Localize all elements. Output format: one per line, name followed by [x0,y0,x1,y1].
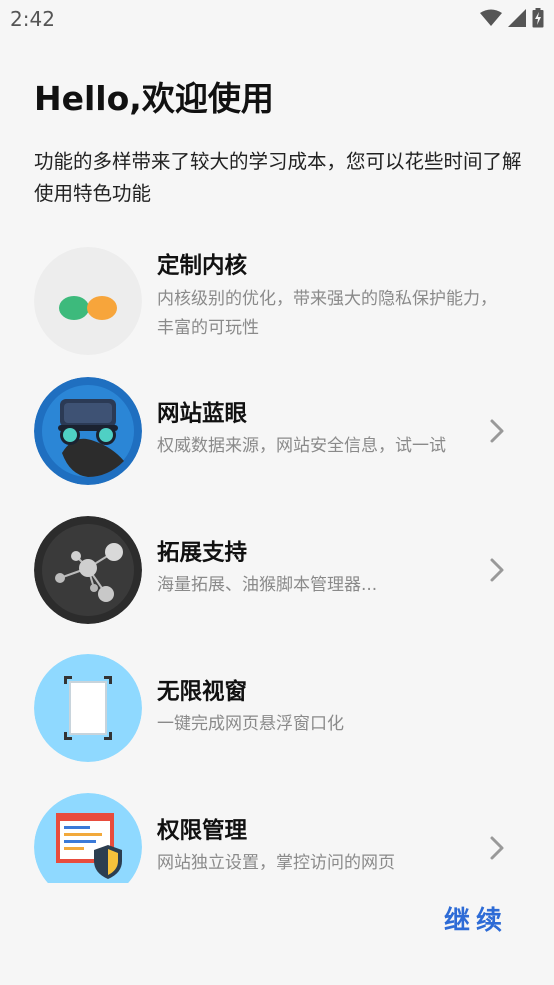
feature-desc: 网站独立设置，掌控访问的网页 [157,853,395,873]
feature-item-floating-window: 无限视窗 一键完成网页悬浮窗口化 [0,649,554,779]
feature-title: 网站蓝眼 [157,401,248,427]
permission-shield-icon [34,793,142,883]
continue-button[interactable]: 继续 [444,900,508,937]
chevron-right-icon[interactable] [486,555,508,585]
status-bar: 2:42 [0,0,554,40]
battery-charging-icon [532,8,544,28]
feature-desc: 权威数据来源，网站安全信息，试一试 [157,436,446,456]
chevron-right-icon[interactable] [486,416,508,446]
feature-desc: 海量拓展、油猴脚本管理器... [157,575,378,595]
feature-item-blue-eye[interactable]: 网站蓝眼 权威数据来源，网站安全信息，试一试 [0,371,554,501]
kernel-icon [34,247,142,355]
extension-molecule-icon [34,516,142,624]
status-time: 2:42 [10,7,55,31]
feature-desc: 内核级别的优化，带来强大的隐私保护能力，丰富的可玩性 [157,289,497,338]
blue-eye-goggles-icon [34,377,142,485]
floating-window-icon [34,654,142,762]
page-title: Hello,欢迎使用 [34,79,274,118]
feature-item-kernel: 定制内核 内核级别的优化，带来强大的隐私保护能力，丰富的可玩性 [0,232,554,362]
feature-list[interactable]: 定制内核 内核级别的优化，带来强大的隐私保护能力，丰富的可玩性 网站蓝眼 权威数… [0,232,554,883]
feature-item-extensions[interactable]: 拓展支持 海量拓展、油猴脚本管理器... [0,510,554,640]
intro-text: 功能的多样带来了较大的学习成本，您可以花些时间了解使用特色功能 [34,150,522,205]
wifi-icon [480,9,502,27]
feature-item-permissions[interactable]: 权限管理 网站独立设置，掌控访问的网页 [0,788,554,883]
status-icons [480,8,544,28]
signal-icon [508,9,526,27]
feature-title: 拓展支持 [157,540,248,566]
feature-desc: 一键完成网页悬浮窗口化 [157,714,344,734]
feature-title: 定制内核 [157,253,248,279]
feature-title: 权限管理 [157,818,248,844]
feature-title: 无限视窗 [157,679,248,705]
chevron-right-icon[interactable] [486,833,508,863]
